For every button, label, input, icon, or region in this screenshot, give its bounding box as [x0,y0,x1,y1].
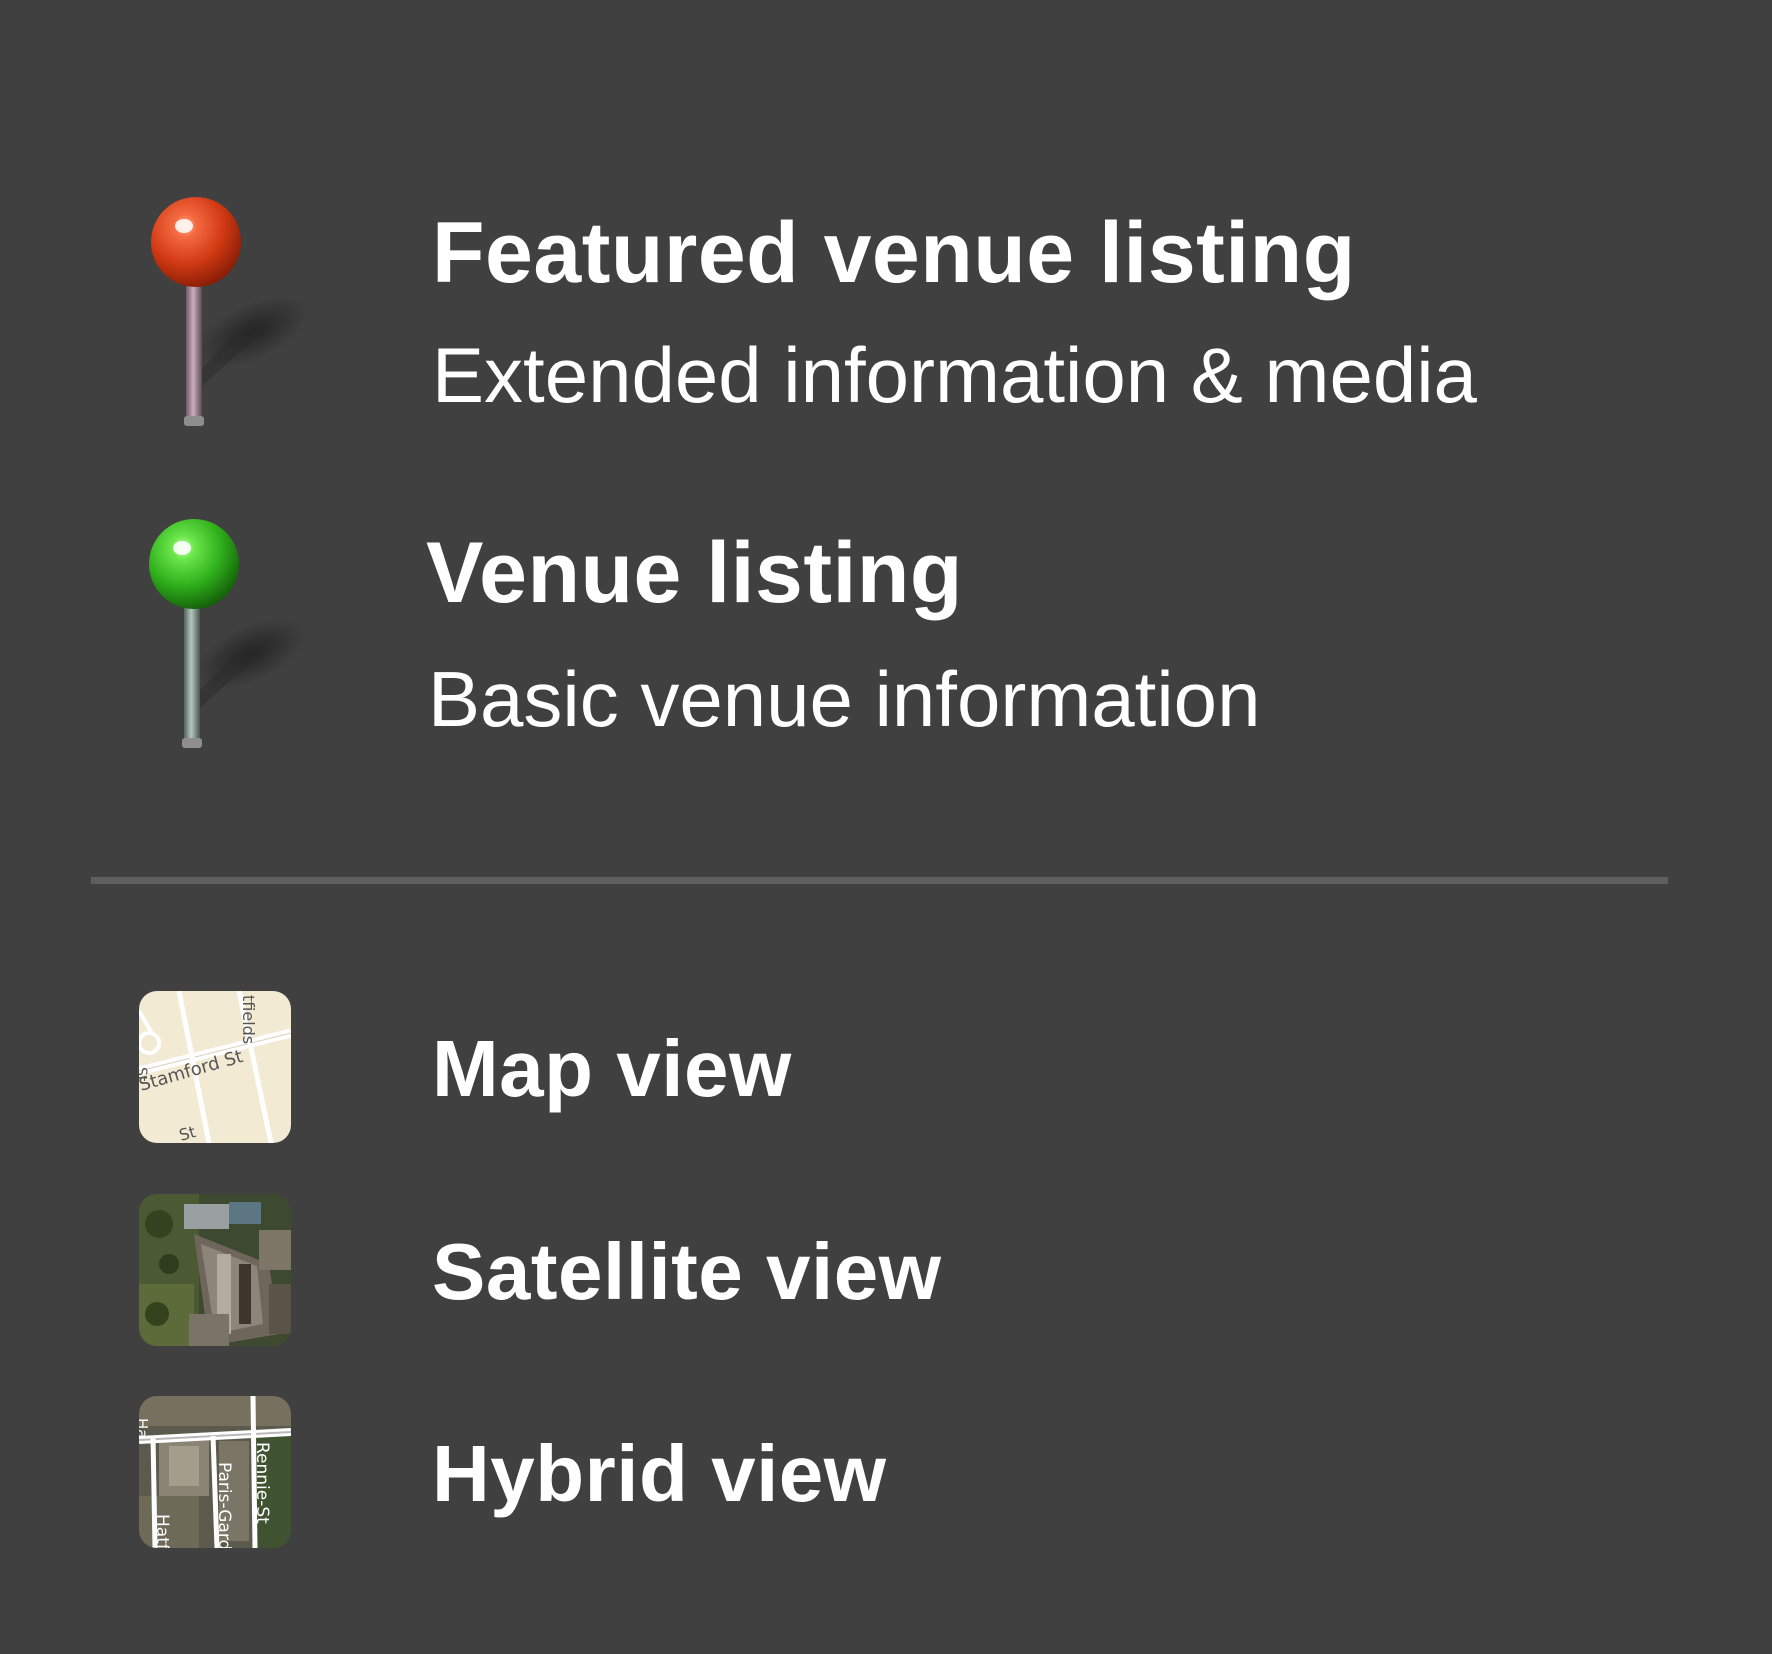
legend-item-featured: Featured venue listing Extended informat… [0,190,1772,440]
hybrid-street-label: Paris-Gard [214,1462,234,1548]
hybrid-street-label: Rennie-St [252,1442,272,1524]
featured-listing-title: Featured venue listing [432,205,1356,301]
hybrid-street-label: Hatf [152,1514,172,1548]
green-pin-icon [138,512,318,752]
hybrid-view-icon: Rennie-St Paris-Gard Hatf Ha [139,1396,291,1548]
red-pin-icon [140,190,320,430]
hybrid-view-option[interactable]: Rennie-St Paris-Gard Hatf Ha Hybrid view [0,1396,1772,1548]
hybrid-street-label: Ha [139,1418,151,1438]
satellite-view-icon [139,1194,291,1346]
featured-listing-subtitle: Extended information & media [432,331,1477,419]
map-view-option[interactable]: Stamford St tfields St St Map view [0,991,1772,1143]
divider [91,877,1668,884]
venue-listing-title: Venue listing [426,525,963,621]
legend-item-basic: Venue listing Basic venue information [0,512,1772,762]
satellite-view-option[interactable]: Satellite view [0,1194,1772,1346]
map-street-label: St [139,1067,149,1082]
map-street-label: tfields [239,995,258,1044]
map-view-label: Map view [432,1024,792,1113]
map-view-icon: Stamford St tfields St St [139,991,291,1143]
venue-listing-subtitle: Basic venue information [428,655,1261,743]
satellite-view-label: Satellite view [432,1227,942,1316]
hybrid-view-label: Hybrid view [432,1429,887,1518]
